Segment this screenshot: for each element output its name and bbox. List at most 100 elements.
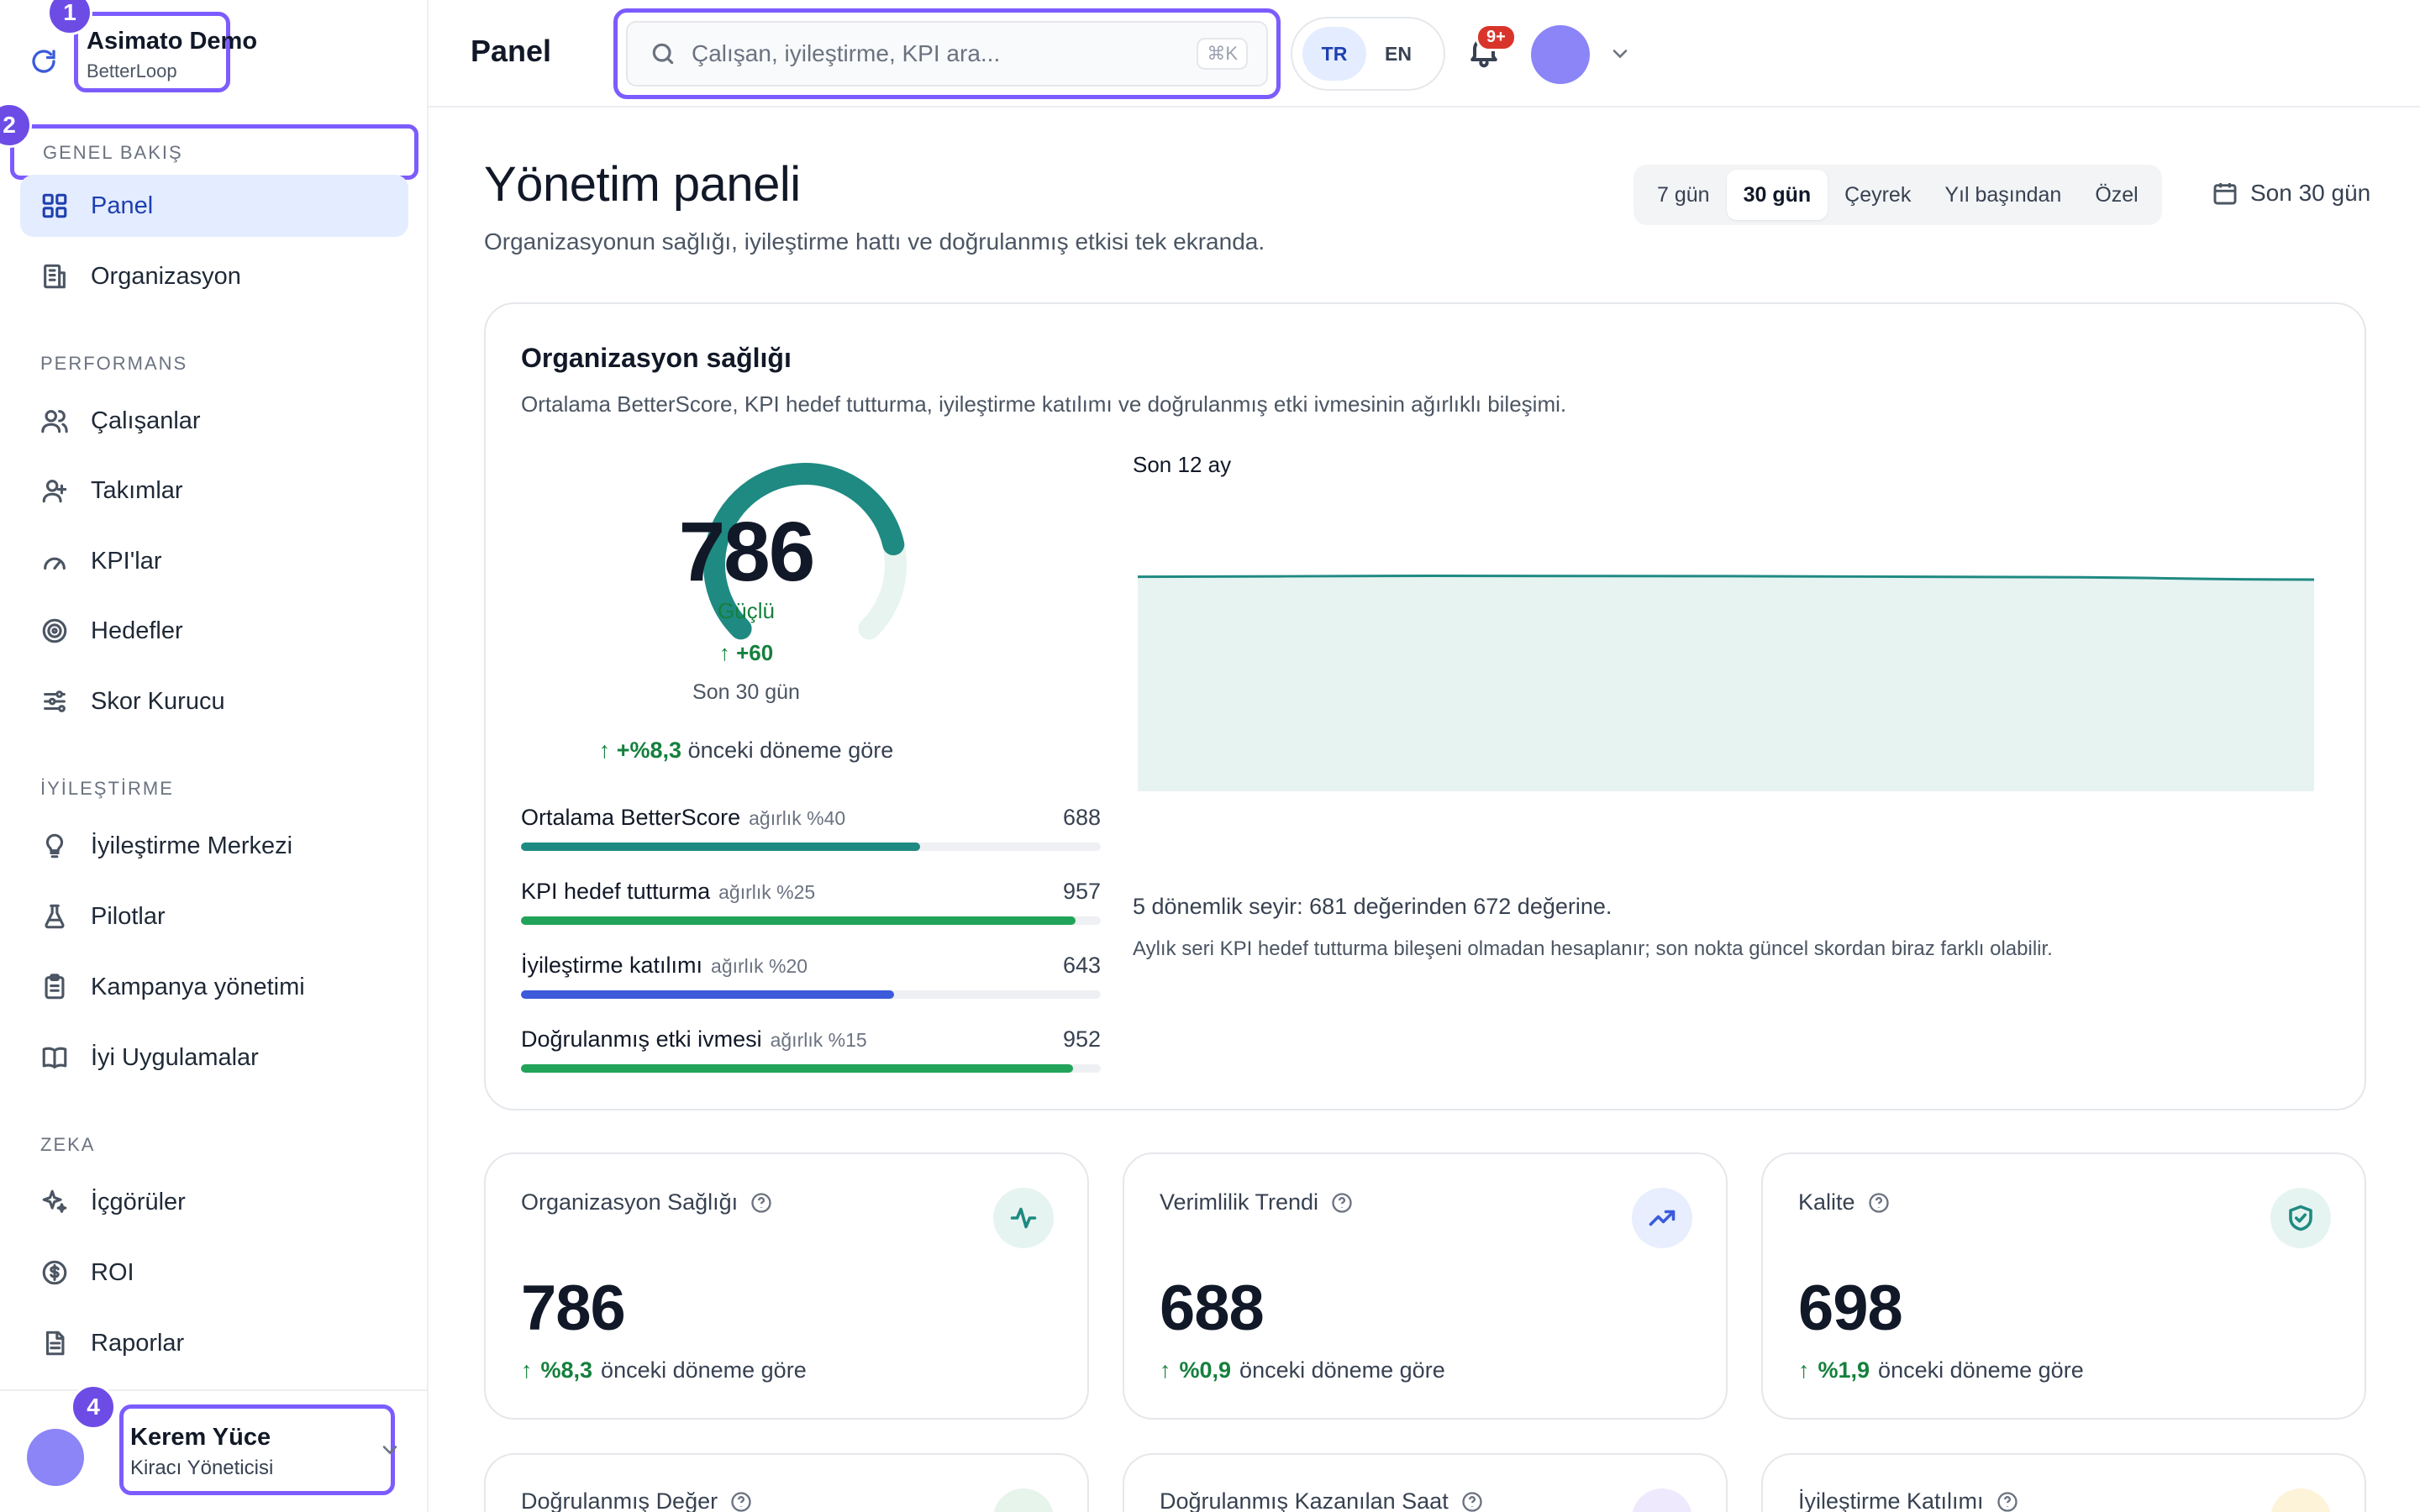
- card-title: Organizasyon sağlığı: [521, 343, 792, 373]
- file-icon: [40, 1329, 69, 1357]
- help-icon[interactable]: [1996, 1490, 2019, 1512]
- section-label-zeka: ZEKA: [40, 1134, 96, 1155]
- help-icon[interactable]: [1330, 1191, 1354, 1215]
- trend-note: 5 dönemlik seyir: 681 değerinden 672 değ…: [1133, 894, 1612, 919]
- language-switch: TR EN: [1291, 17, 1445, 91]
- kpi-title-row: Doğrulanmış Değer: [521, 1488, 753, 1512]
- target-icon: [40, 617, 69, 645]
- user-name: Kerem Yüce: [130, 1424, 271, 1451]
- kpi-title: Kalite: [1798, 1189, 1855, 1215]
- range-yil-basindan[interactable]: Yıl başından: [1928, 170, 2078, 220]
- kpi-card[interactable]: İyileştirme Katılımı: [1761, 1453, 2366, 1512]
- kpi-card[interactable]: Doğrulanmış Değer: [484, 1453, 1089, 1512]
- sliders-icon: [40, 687, 69, 716]
- kpi-delta: ↑ %0,9 önceki döneme göre: [1160, 1357, 1445, 1383]
- sidebar-item-icgoruler[interactable]: İçgörüler: [20, 1171, 408, 1233]
- arrow-up-icon: ↑: [521, 1357, 533, 1383]
- kpi-delta-value: %0,9: [1179, 1357, 1232, 1383]
- flask-icon: [40, 902, 69, 931]
- sidebar-item-label: Panel: [91, 192, 154, 219]
- component-row: Ortalama BetterScore ağırlık %40 688: [521, 805, 1101, 851]
- trend-footnote: Aylık seri KPI hedef tutturma bileşeni o…: [1133, 937, 2053, 960]
- value-icon: [993, 1488, 1054, 1512]
- sidebar-item-takimlar[interactable]: Takımlar: [20, 459, 408, 522]
- sidebar-item-kpilar[interactable]: KPI'lar: [20, 530, 408, 592]
- health-compare: ↑ +%8,3 önceki döneme göre: [553, 738, 939, 764]
- sparkles-icon: [40, 1188, 69, 1216]
- chevron-down-icon[interactable]: [378, 1438, 402, 1466]
- component-value: 643: [1062, 953, 1101, 978]
- help-icon[interactable]: [1867, 1191, 1891, 1215]
- users-icon: [40, 407, 69, 435]
- search-placeholder: Çalışan, iyileştirme, KPI ara...: [692, 40, 1001, 66]
- sidebar-item-label: İyileştirme Merkezi: [91, 832, 293, 859]
- brand-box[interactable]: Asimato Demo BetterLoop: [74, 12, 257, 92]
- arrow-up-icon: ↑: [598, 738, 611, 763]
- kpi-delta: ↑ %1,9 önceki döneme göre: [1798, 1357, 2084, 1383]
- main-subtitle: Organizasyonun sağlığı, iyileştirme hatt…: [484, 228, 1265, 255]
- search-input[interactable]: Çalışan, iyileştirme, KPI ara... ⌘K: [626, 21, 1268, 87]
- sidebar-item-kampanya[interactable]: Kampanya yönetimi: [20, 956, 408, 1018]
- section-label-performans: PERFORMANS: [40, 353, 188, 374]
- sidebar-item-iyi-uygulamalar[interactable]: İyi Uygulamalar: [20, 1026, 408, 1089]
- health-delta: ↑ +60: [718, 640, 774, 665]
- refresh-icon[interactable]: [25, 43, 62, 80]
- sidebar-item-label: KPI'lar: [91, 547, 162, 575]
- sidebar-item-label: ROI: [91, 1258, 134, 1286]
- trend-chart: [1138, 539, 2314, 791]
- trending-up-icon: [1632, 1188, 1692, 1248]
- kpi-card[interactable]: Kalite 698 ↑ %1,9 önceki döneme göre: [1761, 1152, 2366, 1420]
- chevron-down-icon[interactable]: [1608, 42, 1632, 70]
- component-weight: ağırlık %20: [711, 955, 808, 977]
- sidebar-item-roi[interactable]: ROI: [20, 1242, 408, 1304]
- kpi-value: 688: [1160, 1273, 1265, 1344]
- help-icon[interactable]: [750, 1191, 773, 1215]
- section-label-genel-bakis: GENEL BAKIŞ: [10, 124, 418, 180]
- avatar[interactable]: [1531, 25, 1590, 84]
- sidebar-item-label: Çalışanlar: [91, 407, 201, 434]
- shortcut-badge: ⌘K: [1197, 38, 1248, 70]
- avatar[interactable]: [27, 1429, 84, 1486]
- kpi-card[interactable]: Organizasyon Sağlığı 786 ↑ %8,3 önceki dön…: [484, 1152, 1089, 1420]
- sidebar-item-label: Takımlar: [91, 476, 183, 504]
- health-score: 786: [678, 505, 816, 599]
- range-ozel[interactable]: Özel: [2078, 170, 2154, 220]
- lang-tr-button[interactable]: TR: [1302, 27, 1366, 81]
- kpi-card[interactable]: Doğrulanmış Kazanılan Saat: [1123, 1453, 1728, 1512]
- kpi-title-row: Organizasyon Sağlığı: [521, 1189, 773, 1215]
- sidebar-item-organizasyon[interactable]: Organizasyon: [20, 245, 408, 307]
- sidebar-item-calisanlar[interactable]: Çalışanlar: [20, 390, 408, 452]
- help-icon[interactable]: [729, 1490, 753, 1512]
- section-label-text: GENEL BAKIŞ: [43, 142, 183, 163]
- clock-icon: [1632, 1488, 1692, 1512]
- component-bar-track: [521, 916, 1101, 925]
- lightbulb-icon: [40, 832, 69, 860]
- component-bar-track: [521, 990, 1101, 999]
- date-range-button[interactable]: Son 30 gün: [2212, 180, 2370, 207]
- health-delta-value: +60: [736, 640, 774, 665]
- range-ceyrek[interactable]: Çeyrek: [1828, 170, 1928, 220]
- lang-en-button[interactable]: EN: [1366, 27, 1430, 81]
- sidebar-item-pilotlar[interactable]: Pilotlar: [20, 885, 408, 948]
- kpi-delta-text: önceki döneme göre: [601, 1357, 807, 1383]
- health-delta-period: Son 30 gün: [692, 680, 800, 704]
- component-row: Doğrulanmış etki ivmesi ağırlık %15 952: [521, 1026, 1101, 1073]
- sidebar-item-skor-kurucu[interactable]: Skor Kurucu: [20, 670, 408, 732]
- component-name: Ortalama BetterScore: [521, 805, 741, 830]
- range-30-gun[interactable]: 30 gün: [1726, 170, 1828, 220]
- range-7-gun[interactable]: 7 gün: [1640, 170, 1727, 220]
- sidebar-item-iyilestirme-merkezi[interactable]: İyileştirme Merkezi: [20, 815, 408, 877]
- trend-label: Son 12 ay: [1133, 452, 1232, 477]
- activity-icon: [993, 1188, 1054, 1248]
- help-icon[interactable]: [1460, 1490, 1484, 1512]
- sidebar-item-panel[interactable]: Panel: [20, 175, 408, 237]
- user-box[interactable]: Kerem Yüce Kiracı Yöneticisi: [119, 1404, 395, 1495]
- search-highlight: Çalışan, iyileştirme, KPI ara... ⌘K: [613, 8, 1281, 99]
- card-subtitle: Ortalama BetterScore, KPI hedef tutturma…: [521, 391, 1567, 417]
- participation-icon: [2270, 1488, 2331, 1512]
- sidebar-item-hedefler[interactable]: Hedefler: [20, 600, 408, 662]
- component-row: İyileştirme katılımı ağırlık %20 643: [521, 953, 1101, 999]
- sidebar-item-raporlar[interactable]: Raporlar: [20, 1312, 408, 1374]
- kpi-card[interactable]: Verimlilik Trendi 688 ↑ %0,9 önceki döneme…: [1123, 1152, 1728, 1420]
- kpi-title: Organizasyon Sağlığı: [521, 1189, 739, 1215]
